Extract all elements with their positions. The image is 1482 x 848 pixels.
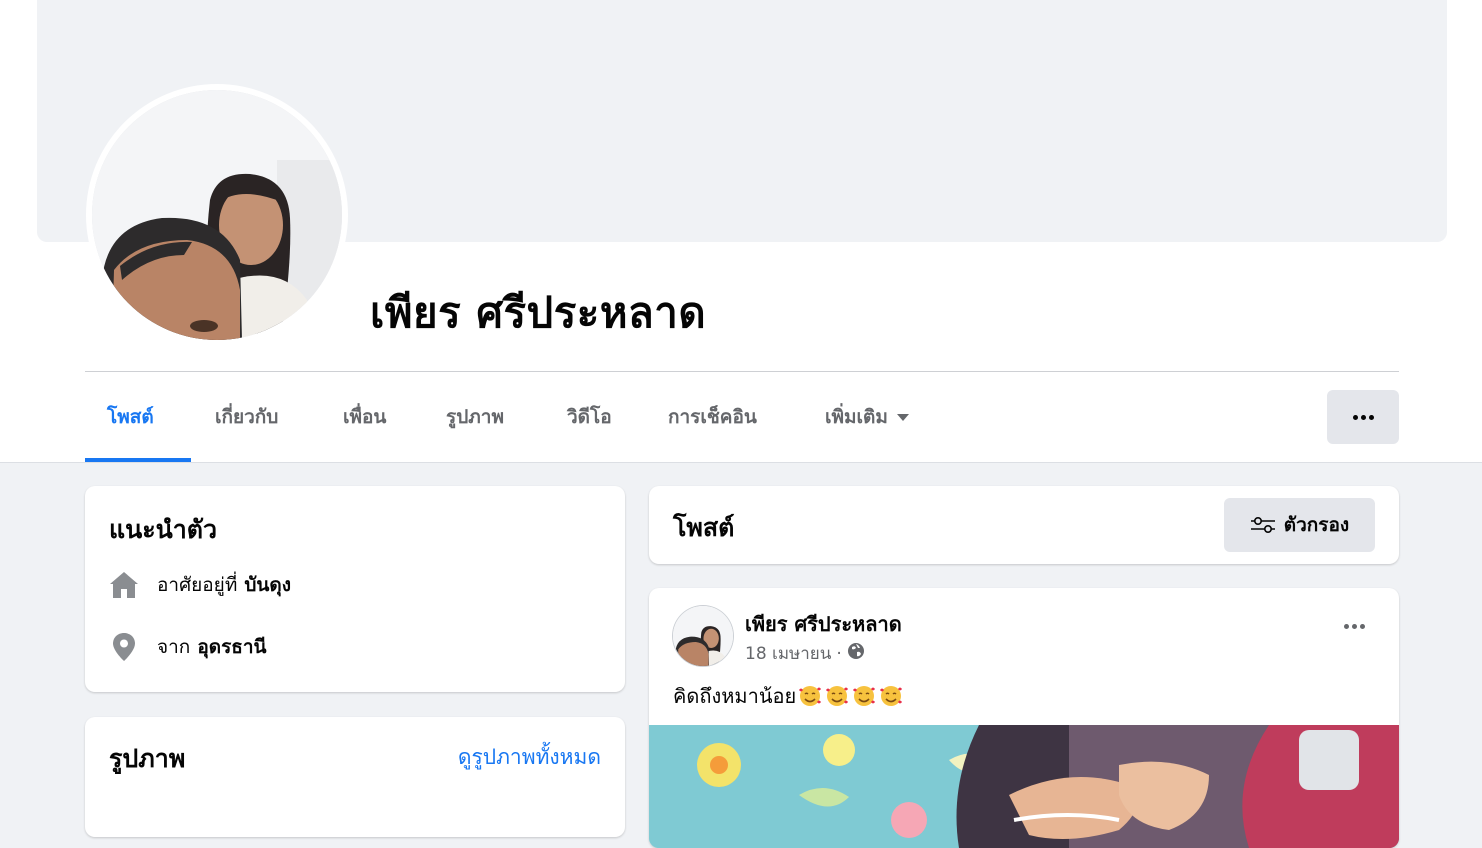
filter-button[interactable]: ตัวกรอง (1224, 498, 1375, 552)
intro-from: จาก อุดรธานี (109, 632, 267, 662)
more-options-button[interactable] (1327, 390, 1399, 444)
post-author-avatar[interactable] (673, 606, 733, 666)
post-text: คิดถึงหมาน้อย (673, 684, 797, 708)
tab-more-label: เพิ่มเติม (825, 406, 888, 428)
intro-from-value[interactable]: อุดรธานี (197, 632, 266, 662)
more-horizontal-icon (1352, 414, 1374, 420)
tab-checkins[interactable]: การเช็คอิน (668, 388, 757, 446)
tab-posts[interactable]: โพสต์ (107, 388, 154, 446)
active-tab-indicator (85, 458, 191, 462)
filter-sliders-icon (1250, 515, 1276, 535)
intro-lives-in: อาศัยอยู่ที่ บันดุง (109, 570, 291, 600)
avatar-photo (673, 606, 733, 666)
profile-avatar[interactable] (92, 90, 342, 340)
tab-videos[interactable]: วิดีโอ (567, 388, 612, 446)
posts-title: โพสต์ (673, 513, 735, 542)
tab-friends[interactable]: เพื่อน (343, 388, 386, 446)
post-meta: 18 เมษายน · (745, 640, 865, 667)
meta-separator: · (836, 643, 842, 664)
post-author-name[interactable]: เพียร ศรีประหลาด (745, 608, 902, 640)
tab-more[interactable]: เพิ่มเติม (825, 388, 909, 446)
home-icon (109, 570, 139, 600)
smiling-face-with-hearts-icon (851, 684, 877, 708)
avatar-photo (92, 90, 342, 340)
intro-title: แนะนำตัว (109, 515, 218, 544)
profile-name: เพียร ศรีประหลาด (370, 288, 707, 337)
smiling-face-with-hearts-icon (878, 684, 904, 708)
smiling-face-with-hearts-icon (824, 684, 850, 708)
more-horizontal-icon (1344, 624, 1365, 629)
photos-card: รูปภาพ ดูรูปภาพทั้งหมด (85, 717, 625, 837)
tab-photos[interactable]: รูปภาพ (446, 388, 504, 446)
header-divider (85, 371, 1399, 372)
tab-about[interactable]: เกี่ยวกับ (215, 388, 278, 446)
intro-lives-value[interactable]: บันดุง (244, 570, 291, 600)
smiling-face-with-hearts-icon (797, 684, 823, 708)
post-date[interactable]: 18 เมษายน (745, 640, 831, 667)
posts-header-card: โพสต์ ตัวกรอง (649, 486, 1399, 564)
post-photo (649, 725, 1399, 848)
chevron-down-icon (896, 414, 909, 421)
photos-title: รูปภาพ (109, 744, 186, 773)
intro-from-prefix: จาก (157, 636, 191, 658)
filter-label: ตัวกรอง (1283, 514, 1350, 536)
see-all-photos-link[interactable]: ดูรูปภาพทั้งหมด (458, 741, 601, 774)
intro-lives-prefix: อาศัยอยู่ที่ (157, 574, 238, 596)
post-text-row: คิดถึงหมาน้อย (673, 680, 904, 712)
post-image[interactable] (649, 725, 1399, 848)
post-card: เพียร ศรีประหลาด 18 เมษายน · คิดถึงหมาน้… (649, 588, 1399, 848)
intro-card: แนะนำตัว อาศัยอยู่ที่ บันดุง จาก อุดรธาน… (85, 486, 625, 692)
post-options-button[interactable] (1344, 624, 1365, 629)
globe-icon (847, 642, 865, 665)
location-pin-icon (109, 632, 139, 662)
